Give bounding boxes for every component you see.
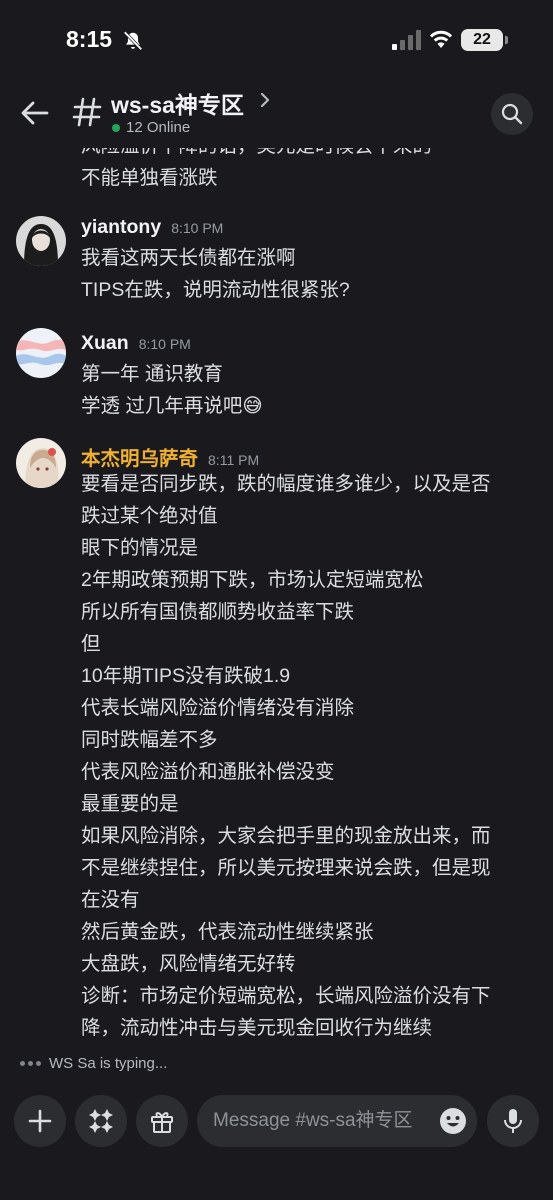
message-header: yiantony 8:10 PM [81, 216, 223, 239]
timestamp: 8:10 PM [138, 336, 191, 352]
channel-header: ws-sa神专区 12 Online [0, 80, 553, 148]
online-count-label: 12 Online [126, 119, 191, 136]
message-line: 不是继续捏住，所以美元按理来说会跌，但是现 [81, 857, 491, 879]
author-name[interactable]: 本杰明乌萨奇 [81, 442, 198, 471]
composer-bar [0, 1080, 553, 1200]
message-line: 第一年 通识教育 [81, 363, 223, 385]
message-line: 最重要的是 [81, 793, 179, 815]
search-icon [501, 103, 523, 125]
timestamp: 8:11 PM [208, 452, 260, 468]
message-body: 第一年 通识教育 学透 过几年再说吧😅 [81, 358, 263, 422]
message-line: 然后黄金跌，代表流动性继续紧张 [81, 921, 374, 943]
bell-off-icon [123, 31, 143, 51]
message-line: 我看这两天长债都在涨啊 [81, 247, 296, 269]
channel-name[interactable]: ws-sa神专区 [111, 86, 244, 120]
wifi-icon [429, 30, 453, 48]
emoji-icon[interactable] [439, 1107, 467, 1135]
message-line: 学透 过几年再说吧😅 [81, 395, 263, 417]
typing-dots-icon [20, 1061, 41, 1066]
search-button[interactable] [491, 93, 533, 135]
sparkle-apps-icon [89, 1109, 113, 1133]
voice-message-button[interactable] [487, 1095, 539, 1147]
signal-icon [392, 30, 421, 50]
message-line: 不能单独看涨跌 [81, 167, 218, 189]
add-attachment-button[interactable] [14, 1095, 66, 1147]
avatar[interactable] [16, 328, 66, 378]
chevron-right-icon[interactable] [258, 91, 272, 109]
back-arrow-icon[interactable] [20, 100, 50, 126]
timestamp: 8:10 PM [171, 220, 224, 236]
message-line: 诊断：市场定价短端宽松，长端风险溢价没有下 [81, 985, 491, 1007]
channel-hash-icon [72, 97, 102, 127]
message-body: 不能单独看涨跌 [81, 162, 218, 194]
message-header: 本杰明乌萨奇 8:11 PM [81, 442, 259, 471]
message-line: 如果风险消除，大家会把手里的现金放出来，而 [81, 825, 491, 847]
message-line: 降，流动性冲击与美元现金回收行为继续 [81, 1017, 433, 1039]
message-line: 同时跌幅差不多 [81, 729, 218, 751]
message-line: 风险溢价下降的话，美元是时候会下来的 [81, 148, 432, 162]
gift-button[interactable] [136, 1095, 188, 1147]
online-count: 12 Online [112, 119, 190, 136]
author-name[interactable]: yiantony [81, 216, 161, 239]
author-name[interactable]: Xuan [81, 332, 129, 355]
message-line: 跌过某个绝对值 [81, 505, 218, 527]
gift-icon [151, 1112, 173, 1133]
online-dot-icon [112, 123, 120, 132]
apps-button[interactable] [75, 1095, 127, 1147]
message-line: 眼下的情况是 [81, 537, 199, 559]
typing-indicator: WS Sa is typing... [20, 1055, 167, 1072]
battery-indicator: 22 [461, 29, 508, 51]
message-line: 但 [81, 633, 101, 655]
message-body: 我看这两天长债都在涨啊 TIPS在跌，说明流动性很紧张? [81, 242, 350, 306]
plus-icon [28, 1109, 52, 1133]
avatar[interactable] [16, 438, 66, 488]
avatar[interactable] [16, 216, 66, 266]
microphone-icon [504, 1109, 522, 1133]
message-line: 10年期TIPS没有跌破1.9 [81, 665, 291, 687]
message-line: 2年期政策预期下跌，市场认定短端宽松 [81, 569, 424, 591]
message-body: 要看是否同步跌，跌的幅度谁多谁少，以及是否 跌过某个绝对值 眼下的情况是 2年期… [81, 468, 491, 1044]
status-time: 8:15 [66, 26, 113, 52]
message-line: 在没有 [81, 889, 140, 911]
message-input-box[interactable] [197, 1095, 477, 1147]
message-line: 所以所有国债都顺势收益率下跌 [81, 601, 355, 623]
message-line: 代表风险溢价和通胀补偿没变 [81, 761, 335, 783]
message-line: 要看是否同步跌，跌的幅度谁多谁少，以及是否 [81, 473, 491, 495]
message-input[interactable] [213, 1110, 428, 1132]
message-header: Xuan 8:10 PM [81, 332, 191, 355]
typing-text: WS Sa is typing... [49, 1055, 168, 1072]
message-list[interactable]: 风险溢价下降的话，美元是时候会下来的 不能单独看涨跌 yiantony 8:10… [0, 148, 553, 1048]
status-bar: 8:15 22 [0, 0, 553, 80]
message-line: 代表长端风险溢价情绪没有消除 [81, 697, 355, 719]
message-line: TIPS在跌，说明流动性很紧张? [81, 279, 350, 301]
message-line: 大盘跌，风险情绪无好转 [81, 953, 296, 975]
